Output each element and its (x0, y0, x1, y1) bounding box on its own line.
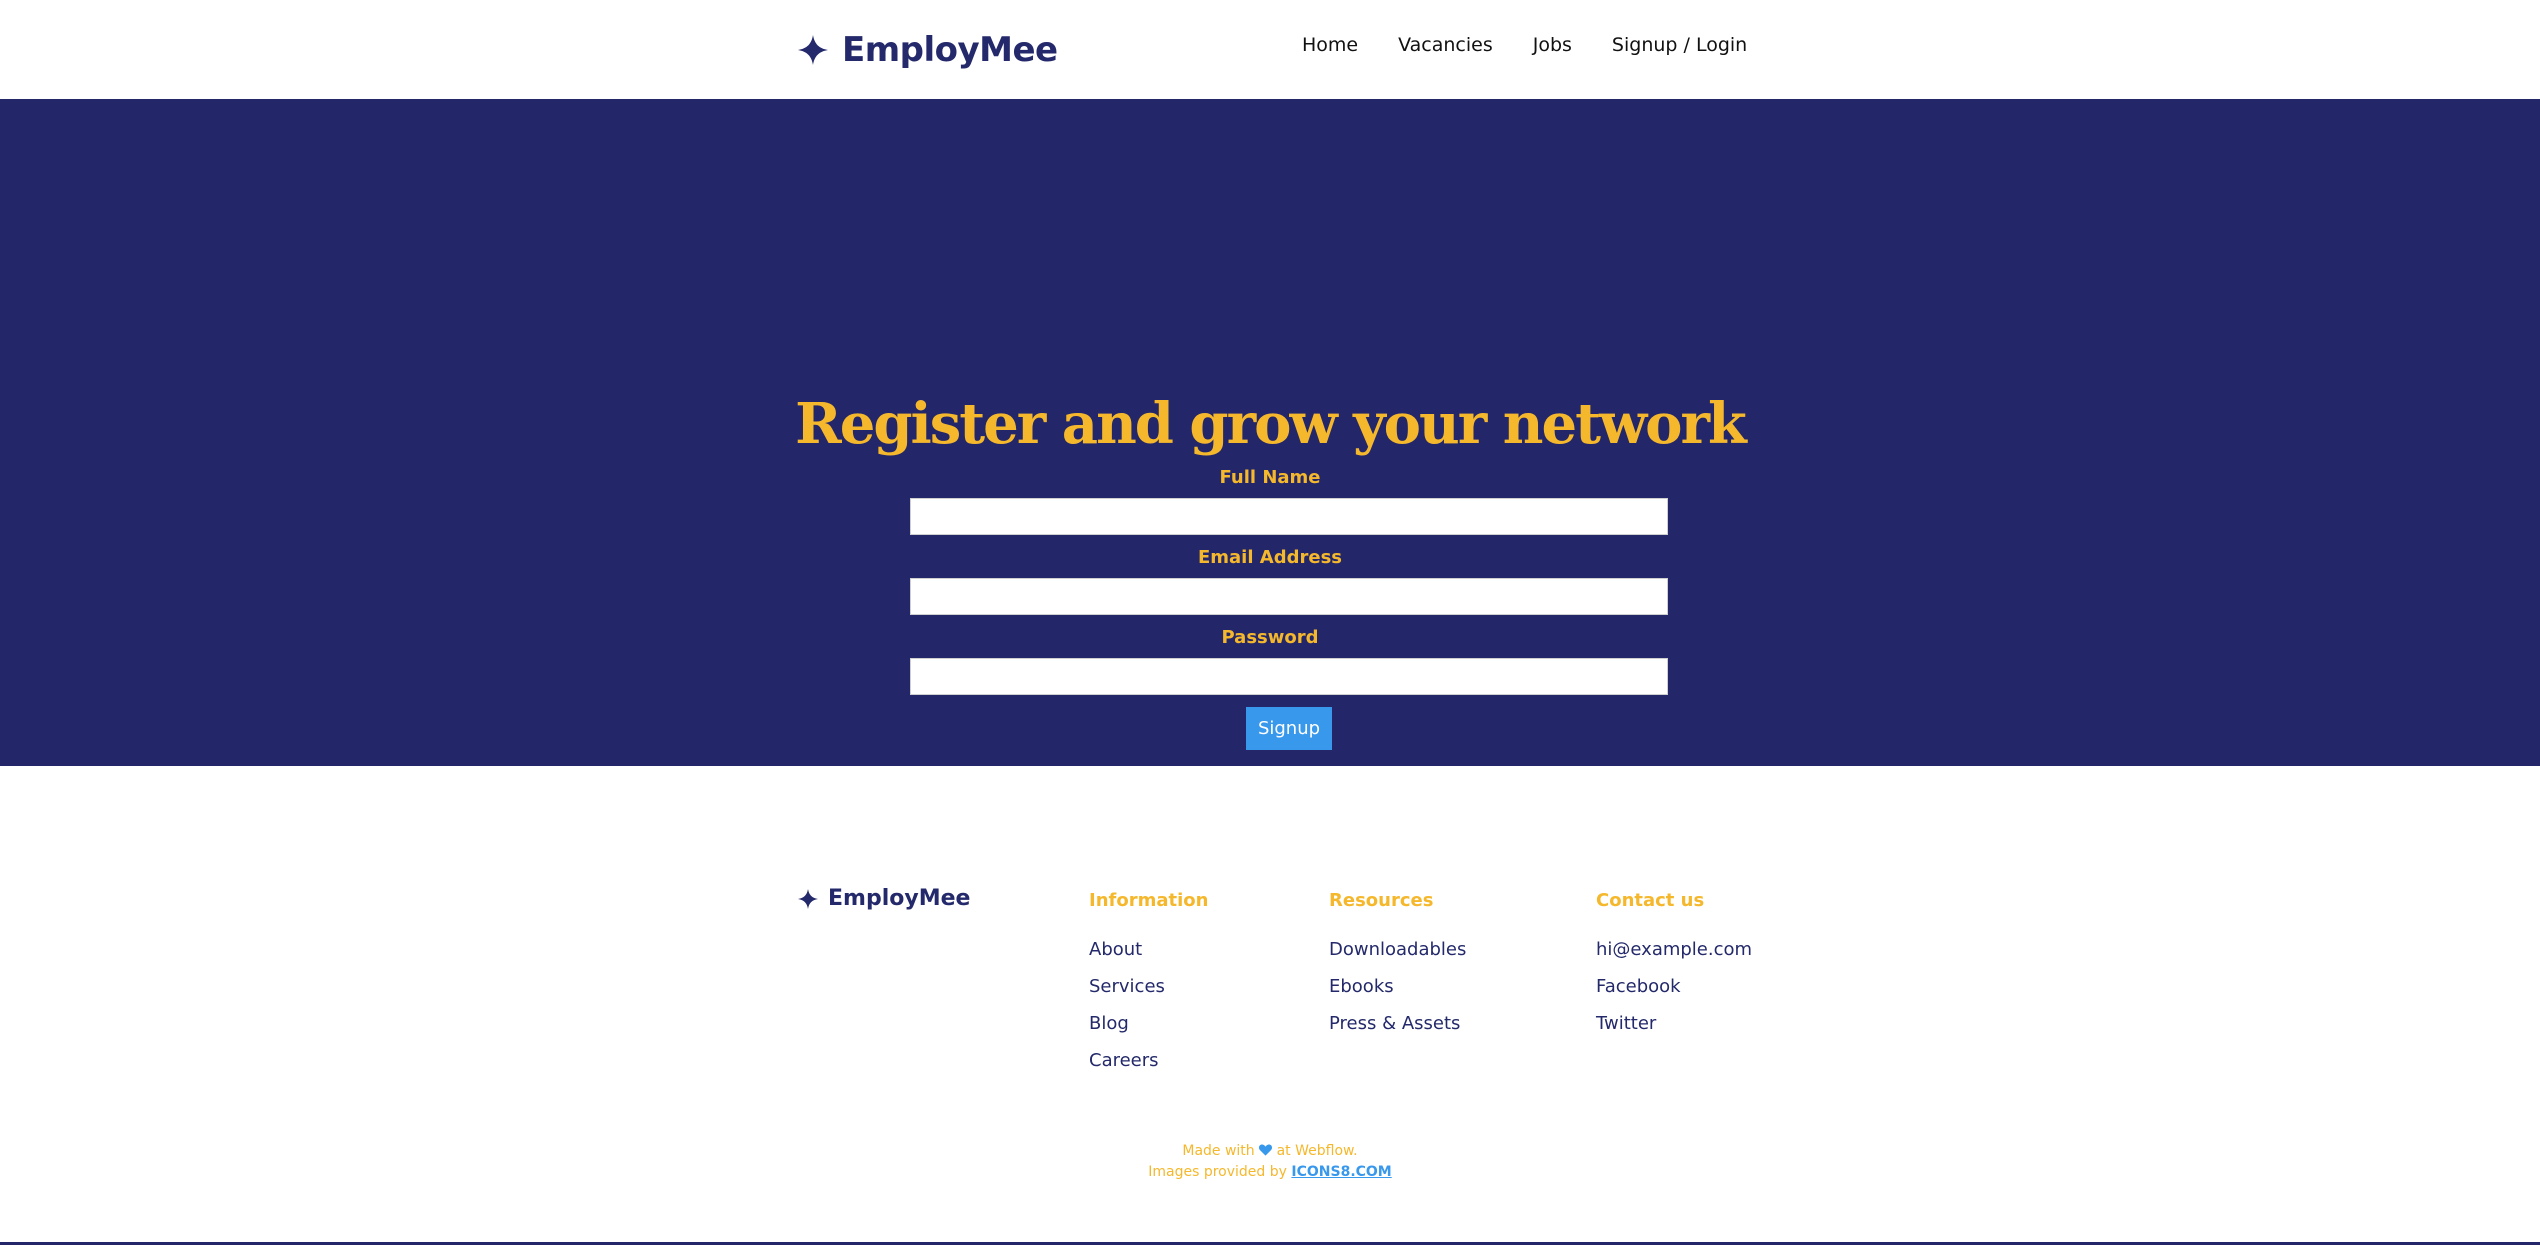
footer-column-contact: Contact us hi@example.com Facebook Twitt… (1596, 890, 1752, 1050)
footer-link-ebooks[interactable]: Ebooks (1329, 976, 1466, 1013)
brand-name: EmployMee (842, 30, 1058, 70)
nav-link-jobs[interactable]: Jobs (1533, 34, 1572, 56)
footer-brand-link[interactable]: EmployMee (798, 886, 970, 911)
full-name-input[interactable] (910, 498, 1668, 535)
nav-link-signup-login[interactable]: Signup / Login (1612, 34, 1747, 56)
footer-heading-contact: Contact us (1596, 890, 1705, 911)
email-input[interactable] (910, 578, 1668, 615)
images-credit-line: Images provided by ICONS8.COM (0, 1162, 2540, 1183)
made-with-prefix: Made with (1182, 1143, 1255, 1159)
footer-column-resources: Resources Downloadables Ebooks Press & A… (1329, 890, 1466, 1050)
heart-icon (1259, 1144, 1273, 1156)
hero-section: Register and grow your network Full Name… (0, 99, 2540, 766)
footer-heading-information: Information (1089, 890, 1209, 911)
footer-credits: Made with at Webflow. Images provided by… (0, 1141, 2540, 1183)
hero-title: Register and grow your network (795, 391, 1747, 457)
star-icon (798, 35, 828, 65)
footer-link-facebook[interactable]: Facebook (1596, 976, 1752, 1013)
icons8-link[interactable]: ICONS8.COM (1291, 1164, 1391, 1180)
footer-link-blog[interactable]: Blog (1089, 1013, 1208, 1050)
star-icon (798, 888, 818, 909)
brand-logo-link[interactable]: EmployMee (798, 26, 1058, 74)
footer-link-downloadables[interactable]: Downloadables (1329, 939, 1466, 976)
made-with-line: Made with at Webflow. (0, 1141, 2540, 1162)
footer-link-services[interactable]: Services (1089, 976, 1208, 1013)
nav-menu: Home Vacancies Jobs Signup / Login (1290, 34, 1747, 56)
email-label: Email Address (1197, 547, 1343, 568)
footer-brand-name: EmployMee (828, 886, 971, 911)
full-name-label: Full Name (1219, 467, 1321, 488)
navbar: EmployMee Home Vacancies Jobs Signup / L… (0, 0, 2540, 99)
footer-heading-resources: Resources (1329, 890, 1434, 911)
footer-link-about[interactable]: About (1089, 939, 1208, 976)
footer-link-press-assets[interactable]: Press & Assets (1329, 1013, 1466, 1050)
footer-link-email[interactable]: hi@example.com (1596, 939, 1752, 976)
nav-link-vacancies[interactable]: Vacancies (1398, 34, 1493, 56)
nav-link-home[interactable]: Home (1302, 34, 1358, 56)
footer-column-information: Information About Services Blog Careers (1089, 890, 1208, 1087)
password-label: Password (1221, 627, 1319, 648)
made-with-suffix: at Webflow. (1276, 1143, 1358, 1159)
signup-button[interactable]: Signup (1246, 707, 1332, 750)
images-credit-prefix: Images provided by (1148, 1164, 1287, 1180)
footer-link-twitter[interactable]: Twitter (1596, 1013, 1752, 1050)
footer-link-careers[interactable]: Careers (1089, 1050, 1208, 1087)
password-input[interactable] (910, 658, 1668, 695)
footer: EmployMee Information About Services Blo… (0, 766, 2540, 1245)
